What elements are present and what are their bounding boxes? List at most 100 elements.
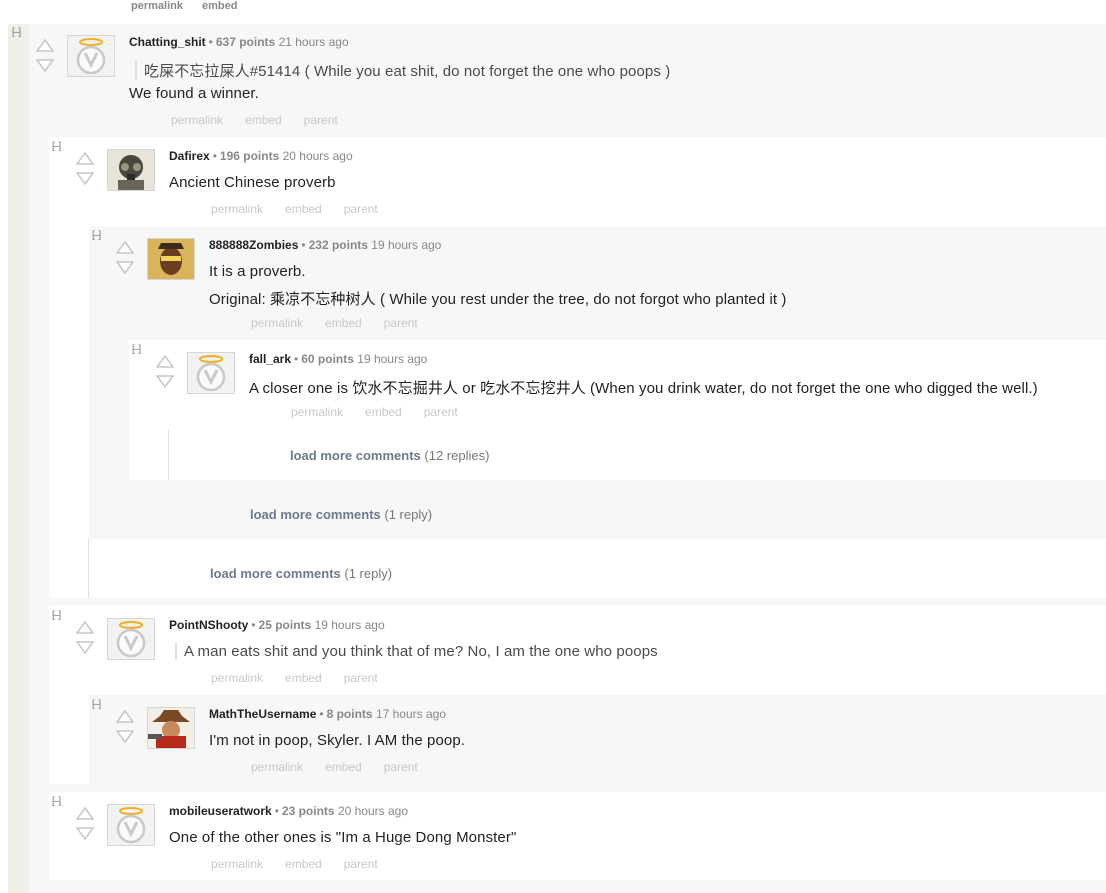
timestamp: 19 hours ago — [371, 238, 442, 252]
permalink-link[interactable]: permalink — [211, 857, 263, 871]
parent-link[interactable]: parent — [344, 857, 378, 871]
upvote-arrow-icon — [116, 240, 134, 254]
parent-link[interactable]: parent — [384, 316, 418, 330]
permalink-link[interactable]: permalink — [251, 760, 303, 774]
comment-quote: A man eats shit and you think that of me… — [175, 643, 658, 660]
comment-text-line2: Original: 乘凉不忘种树人 ( While you rest under… — [209, 291, 787, 308]
comment-tagline: MathTheUsername • 8 points 17 hours ago — [209, 707, 446, 721]
upvote-arrow-icon — [76, 806, 94, 820]
vote-arrows — [156, 354, 174, 390]
upvote-arrow-icon — [36, 38, 54, 52]
avatar[interactable] — [187, 352, 235, 394]
embed-link[interactable]: embed — [365, 405, 402, 419]
avatar[interactable] — [147, 707, 195, 749]
timestamp: 21 hours ago — [278, 35, 349, 49]
comment-actions: permalink embed parent — [171, 113, 360, 127]
comment-text: Ancient Chinese proverb — [169, 174, 336, 191]
load-more-comments[interactable]: load more comments (12 replies) — [290, 448, 489, 463]
avatar[interactable] — [107, 618, 155, 660]
timestamp: 19 hours ago — [314, 618, 385, 632]
thread-line — [88, 539, 89, 598]
collapse-toggle[interactable]: [–] — [52, 797, 61, 807]
lucio-character-icon — [148, 239, 194, 279]
collapse-toggle[interactable]: [–] — [52, 142, 61, 152]
upvote-arrow-icon — [76, 620, 94, 634]
comment-text: One of the other ones is "Im a Huge Dong… — [169, 829, 517, 846]
vote-arrows — [116, 240, 134, 276]
thread-line — [168, 430, 169, 480]
load-more-comments[interactable]: load more comments (1 reply) — [250, 507, 432, 522]
embed-link[interactable]: embed — [285, 857, 322, 871]
comment-quote: 吃屎不忘拉屎人#51414 ( While you eat shit, do n… — [135, 60, 670, 81]
avatar[interactable] — [107, 804, 155, 846]
collapse-toggle[interactable]: [–] — [52, 611, 61, 621]
permalink-link[interactable]: permalink — [171, 113, 223, 127]
score: 232 points — [308, 238, 368, 252]
vote-arrows — [76, 806, 94, 842]
parent-link[interactable]: parent — [304, 113, 338, 127]
comment-text: It is a proverb. — [209, 263, 306, 280]
overwatch-logo-icon — [196, 355, 226, 392]
author-link[interactable]: PointNShooty — [169, 618, 248, 632]
comment-text: I'm not in poop, Skyler. I AM the poop. — [209, 732, 466, 749]
downvote-arrow-icon — [76, 172, 94, 186]
downvote-arrow-icon — [36, 59, 54, 73]
author-link[interactable]: mobileuseratwork — [169, 804, 272, 818]
embed-link[interactable]: embed — [245, 113, 282, 127]
mccree-character-icon — [148, 708, 194, 748]
author-link[interactable]: fall_ark — [249, 352, 291, 366]
comment-actions: permalink embed parent — [211, 671, 400, 685]
permalink-link[interactable]: permalink — [291, 405, 343, 419]
collapse-toggle[interactable]: [–] — [92, 231, 101, 241]
score: 637 points — [215, 35, 276, 49]
parent-link[interactable]: parent — [344, 671, 378, 685]
vote-arrows — [76, 151, 94, 187]
score: 60 points — [301, 352, 354, 366]
parent-link[interactable]: parent — [384, 760, 418, 774]
comment-actions: permalink embed parent — [291, 405, 480, 419]
avatar[interactable] — [107, 149, 155, 191]
score: 23 points — [281, 804, 335, 818]
collapse-toggle[interactable]: [–] — [92, 700, 101, 710]
vote-arrows — [76, 620, 94, 656]
author-link[interactable]: MathTheUsername — [209, 707, 316, 721]
upvote-arrow-icon — [156, 354, 174, 368]
collapse-toggle[interactable]: [–] — [132, 345, 141, 355]
collapse-toggle[interactable]: [–] — [12, 28, 21, 38]
score: 25 points — [258, 618, 312, 632]
parent-link[interactable]: parent — [424, 405, 458, 419]
embed-link[interactable]: embed — [285, 202, 322, 216]
permalink-link[interactable]: permalink — [131, 0, 183, 12]
permalink-link[interactable]: permalink — [211, 671, 263, 685]
thread-rail — [8, 24, 29, 893]
comment-tagline: 888888Zombies • 232 points 19 hours ago — [209, 238, 442, 252]
timestamp: 20 hours ago — [282, 149, 353, 163]
permalink-link[interactable]: permalink — [211, 202, 263, 216]
downvote-arrow-icon — [116, 730, 134, 744]
embed-link[interactable]: embed — [202, 0, 237, 12]
downvote-arrow-icon — [76, 827, 94, 841]
timestamp: 19 hours ago — [357, 352, 428, 366]
embed-link[interactable]: embed — [325, 760, 362, 774]
vote-arrows — [116, 709, 134, 745]
downvote-arrow-icon — [116, 261, 134, 275]
comment-tagline: Chatting_shit • 637 points 21 hours ago — [129, 35, 349, 49]
comment-tagline: mobileuseratwork • 23 points 20 hours ago — [169, 804, 408, 818]
embed-link[interactable]: embed — [285, 671, 322, 685]
comment-tagline: fall_ark • 60 points 19 hours ago — [249, 352, 428, 366]
downvote-arrow-icon — [76, 641, 94, 655]
comment-actions: permalink embed parent — [211, 202, 400, 216]
gasmask-character-icon — [108, 150, 154, 190]
score: 196 points — [219, 149, 280, 163]
embed-link[interactable]: embed — [325, 316, 362, 330]
avatar[interactable] — [67, 35, 115, 77]
comment-text: A closer one is 饮水不忘掘井人 or 吃水不忘挖井人 (When… — [249, 380, 1038, 397]
author-link[interactable]: Chatting_shit — [129, 35, 206, 49]
permalink-link[interactable]: permalink — [251, 316, 303, 330]
avatar[interactable] — [147, 238, 195, 280]
parent-link[interactable]: parent — [344, 202, 378, 216]
author-link[interactable]: 888888Zombies — [209, 238, 298, 252]
author-link[interactable]: Dafirex — [169, 149, 210, 163]
upvote-arrow-icon — [116, 709, 134, 723]
load-more-comments[interactable]: load more comments (1 reply) — [210, 566, 392, 581]
